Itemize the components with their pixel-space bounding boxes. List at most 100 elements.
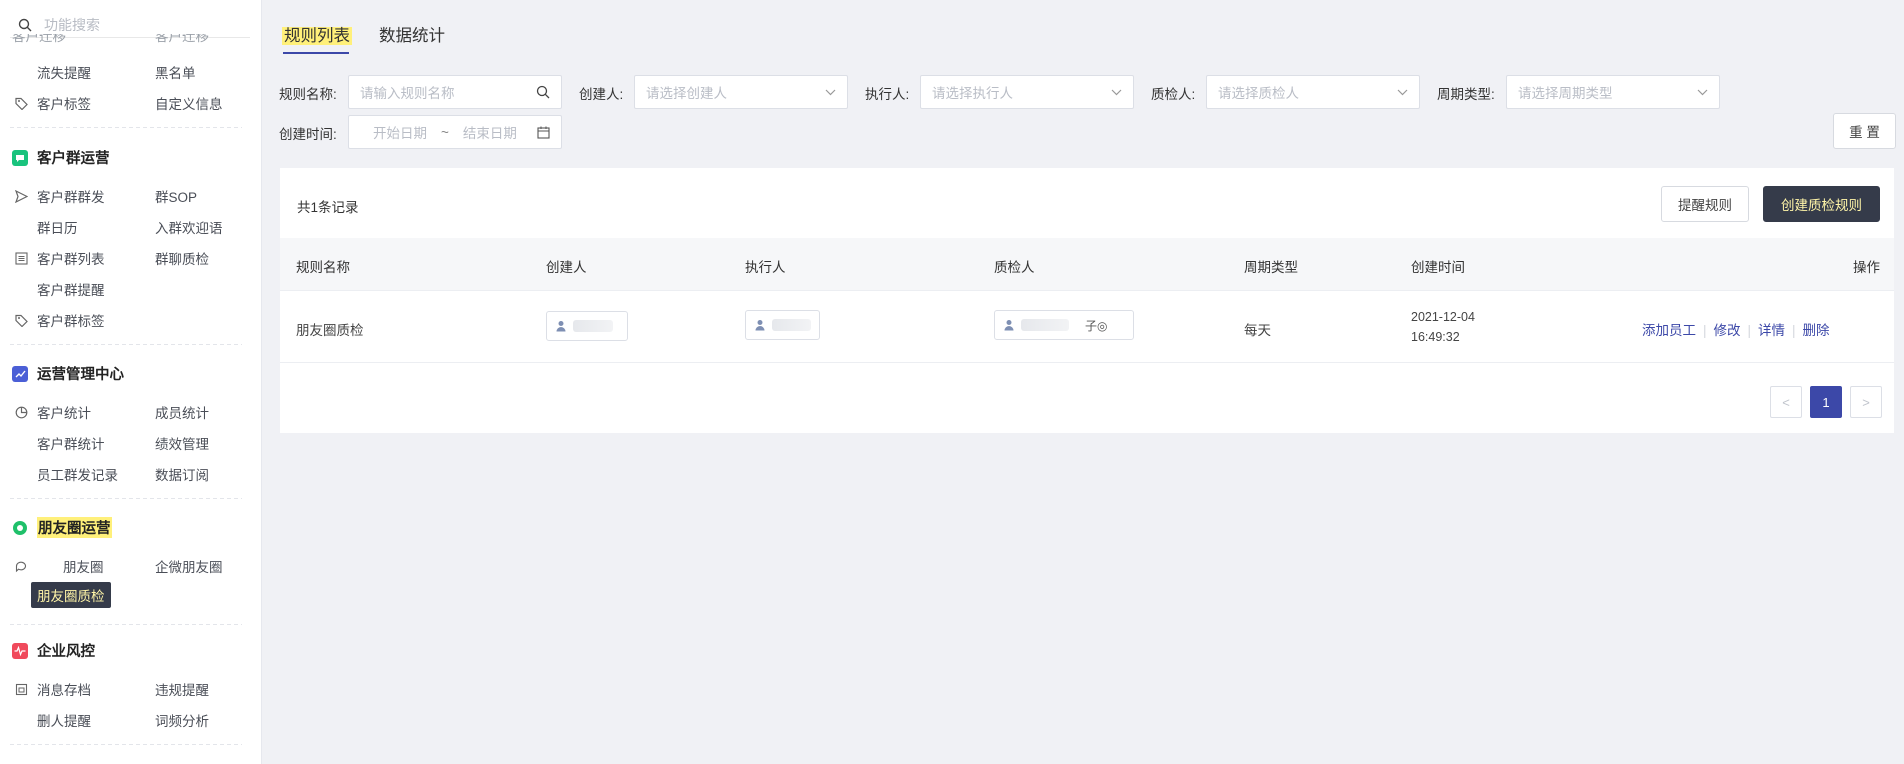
creator-name-redacted <box>573 320 613 332</box>
sidebar-item-message-archive[interactable]: 消息存档 <box>14 679 91 699</box>
trend-chart-icon <box>12 365 28 382</box>
sidebar-item-label: 消息存档 <box>37 683 91 698</box>
record-count: 共1条记录 <box>297 200 359 215</box>
inspector-placeholder: 请选择质检人 <box>1218 86 1299 101</box>
cycle-type-select[interactable]: 请选择周期类型 <box>1506 75 1720 109</box>
sidebar-item-word-frequency[interactable]: 词频分析 <box>155 710 209 730</box>
start-date-placeholder[interactable]: 开始日期 <box>373 122 427 142</box>
send-icon <box>14 189 28 203</box>
sidebar-item-label: 自定义信息 <box>155 97 223 112</box>
column-header: 质检人 <box>994 260 1035 275</box>
sidebar-item-churn-reminder[interactable]: 流失提醒 <box>37 62 91 82</box>
sidebar-item-label: 朋友圈质检 <box>37 589 105 604</box>
sidebar-item-wecom-moments[interactable]: 企微朋友圈 <box>155 556 223 576</box>
section-title-text: 运营管理中心 <box>37 367 124 383</box>
column-header: 执行人 <box>745 260 786 275</box>
remind-rules-button[interactable]: 提醒规则 <box>1661 186 1749 222</box>
date-range-picker[interactable]: 开始日期 ~ 结束日期 <box>348 115 562 149</box>
sidebar-search-input[interactable] <box>42 15 222 34</box>
sidebar-item-label: 群聊质检 <box>155 252 209 267</box>
table-row: 朋友圈质检 子◎ 每天 2021-12-04 16:49:32 添加员工 | 修改 |… <box>280 291 1894 363</box>
sidebar-item-group-calendar[interactable]: 群日历 <box>37 217 78 237</box>
sidebar-item-performance[interactable]: 绩效管理 <box>155 433 209 453</box>
created-date-cell: 2021-12-04 <box>1411 310 1475 324</box>
sidebar-item-deletion-alert[interactable]: 删人提醒 <box>37 710 91 730</box>
sidebar-item-member-stats[interactable]: 成员统计 <box>155 402 209 422</box>
pie-icon <box>14 405 28 419</box>
tab-label: 数据统计 <box>379 27 445 45</box>
sidebar-item-group-list[interactable]: 客户群列表 <box>14 248 105 268</box>
sidebar-item-cut-2[interactable]: 客户迁移 <box>155 34 209 44</box>
reset-button[interactable]: 重 置 <box>1833 113 1896 149</box>
sidebar-item-cut-1[interactable]: 客户迁移 <box>12 34 66 44</box>
section-title-text: 朋友圈运营 <box>37 517 112 538</box>
creator-chip <box>546 311 628 341</box>
delete-link[interactable]: 删除 <box>1803 323 1830 338</box>
pager-next-button[interactable]: > <box>1850 386 1882 418</box>
created-time-cell: 16:49:32 <box>1411 330 1460 344</box>
edit-link[interactable]: 修改 <box>1714 323 1741 338</box>
sidebar-item-group-reminder[interactable]: 客户群提醒 <box>37 279 105 299</box>
row-actions: 添加员工 | 修改 | 详情 | 删除 <box>1642 319 1830 339</box>
date-separator: ~ <box>441 124 449 140</box>
sidebar-item-group-sop[interactable]: 群SOP <box>155 186 197 206</box>
main-content: 规则列表 数据统计 规则名称: 请输入规则名称 创建人: 请选择创建人 执行人:… <box>263 0 1904 764</box>
chat-icon <box>14 559 28 573</box>
sidebar-item-label: 数据订阅 <box>155 468 209 483</box>
tab-rule-list[interactable]: 规则列表 <box>282 22 352 46</box>
executor-placeholder: 请选择执行人 <box>932 86 1013 101</box>
sidebar-item-violation-alert[interactable]: 违规提醒 <box>155 679 209 699</box>
sidebar-item-label: 违规提醒 <box>155 683 209 698</box>
calendar-icon <box>537 126 550 139</box>
sidebar-item-label: 客户标签 <box>37 97 91 112</box>
chevron-down-icon <box>1111 89 1122 96</box>
inspector-select[interactable]: 请选择质检人 <box>1206 75 1420 109</box>
sidebar-item-group-broadcast[interactable]: 客户群群发 <box>14 186 105 206</box>
creator-label: 创建人: <box>579 87 624 102</box>
sidebar-item-custom-info[interactable]: 自定义信息 <box>155 93 223 113</box>
tab-data-stats[interactable]: 数据统计 <box>379 22 445 46</box>
sidebar-item-label: 客户群统计 <box>37 437 105 452</box>
sidebar-item-customer-tags[interactable]: 客户标签 <box>14 93 91 113</box>
sidebar-divider <box>10 127 242 128</box>
user-icon <box>754 319 766 331</box>
add-staff-link[interactable]: 添加员工 <box>1642 323 1696 338</box>
column-header: 创建人 <box>546 260 587 275</box>
create-inspection-rule-button[interactable]: 创建质检规则 <box>1763 186 1880 222</box>
sidebar-item-label: 流失提醒 <box>37 66 91 81</box>
chevron-down-icon <box>825 89 836 96</box>
pager-prev-button[interactable]: < <box>1770 386 1802 418</box>
rule-name-input[interactable]: 请输入规则名称 <box>348 75 562 109</box>
created-time-label: 创建时间: <box>279 127 337 142</box>
creator-select[interactable]: 请选择创建人 <box>634 75 848 109</box>
section-moments: 朋友圈运营 <box>12 517 112 538</box>
sidebar-divider <box>10 498 242 499</box>
search-icon[interactable] <box>536 85 550 99</box>
sidebar-item-group-tags[interactable]: 客户群标签 <box>14 310 105 330</box>
sidebar-item-label: 词频分析 <box>155 714 209 729</box>
executor-select[interactable]: 请选择执行人 <box>920 75 1134 109</box>
sidebar-item-moments[interactable]: 朋友圈 <box>14 556 104 576</box>
section-risk-control: 企业风控 <box>12 640 95 661</box>
pager-page-1[interactable]: 1 <box>1810 386 1842 418</box>
sidebar-item-label: 群SOP <box>155 190 198 205</box>
sidebar-item-label: 企微朋友圈 <box>155 560 223 575</box>
sidebar-item-moments-inspection[interactable]: 朋友圈质检 <box>31 582 111 608</box>
details-link[interactable]: 详情 <box>1758 323 1785 338</box>
inspector-name-redacted <box>1021 319 1069 331</box>
tag-icon <box>14 96 28 110</box>
sidebar-item-broadcast-records[interactable]: 员工群发记录 <box>37 464 118 484</box>
sidebar-item-group-inspection[interactable]: 群聊质检 <box>155 248 209 268</box>
table-header: 规则名称 创建人 执行人 质检人 周期类型 创建时间 操作 <box>280 238 1894 291</box>
sidebar-item-customer-stats[interactable]: 客户统计 <box>14 402 91 422</box>
section-title-text: 客户群运营 <box>37 151 110 167</box>
sidebar-item-blacklist[interactable]: 黑名单 <box>155 62 196 82</box>
column-header: 操作 <box>1853 260 1880 275</box>
end-date-placeholder[interactable]: 结束日期 <box>463 122 517 142</box>
group-chat-icon <box>12 149 28 166</box>
sidebar-item-group-stats[interactable]: 客户群统计 <box>37 433 105 453</box>
sidebar-item-data-subscription[interactable]: 数据订阅 <box>155 464 209 484</box>
section-customer-group: 客户群运营 <box>12 147 110 168</box>
sidebar-item-group-welcome[interactable]: 入群欢迎语 <box>155 217 223 237</box>
action-separator: | <box>1747 323 1752 338</box>
